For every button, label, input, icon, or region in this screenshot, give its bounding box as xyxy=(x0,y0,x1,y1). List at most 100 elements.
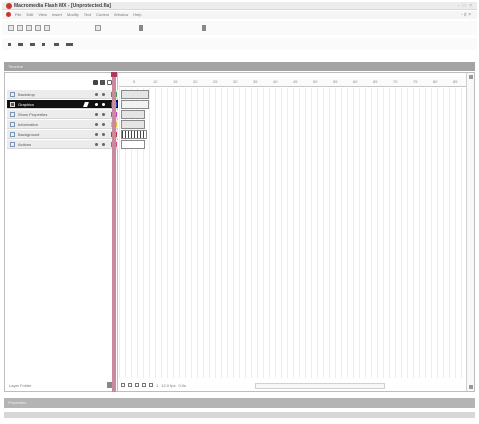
ruler-label: 70 xyxy=(393,79,398,84)
scroll-down-arrow[interactable] xyxy=(469,385,473,389)
print-preview-icon[interactable] xyxy=(44,25,50,31)
rewind-icon[interactable] xyxy=(18,43,23,46)
visibility-dot[interactable] xyxy=(95,103,98,106)
onion-outline-icon[interactable] xyxy=(135,383,139,387)
flash-app-icon xyxy=(6,3,12,9)
layer-footer: Layer Folder xyxy=(7,382,118,389)
window-controls[interactable]: - □ × xyxy=(458,3,473,9)
step-back-icon[interactable] xyxy=(30,43,35,46)
snap-icon[interactable] xyxy=(139,25,143,31)
visibility-dot[interactable] xyxy=(95,113,98,116)
menu-help[interactable]: Help xyxy=(133,12,141,17)
ruler-label: 60 xyxy=(353,79,358,84)
save-icon[interactable] xyxy=(26,25,32,31)
lock-dot[interactable] xyxy=(102,113,105,116)
center-frame-icon[interactable] xyxy=(121,383,125,387)
frame-span[interactable] xyxy=(121,120,145,129)
document-window-controls[interactable]: - ♯ × xyxy=(461,12,471,18)
properties-panel-header[interactable]: Properties xyxy=(4,398,475,408)
layer-name: Background xyxy=(18,132,40,137)
smooth-icon[interactable] xyxy=(202,25,206,31)
layer-row[interactable]: Actions xyxy=(7,140,118,149)
layer-icon xyxy=(10,102,15,107)
frame-rate: 12.0 fps xyxy=(161,382,176,388)
menu-bar: File Edit View Insert Modify Text Contro… xyxy=(2,11,477,19)
menu-view[interactable]: View xyxy=(38,12,47,17)
visibility-dot[interactable] xyxy=(95,123,98,126)
open-file-icon[interactable] xyxy=(17,25,23,31)
ruler-label: 20 xyxy=(193,79,198,84)
visibility-dot[interactable] xyxy=(95,93,98,96)
layer-icon xyxy=(10,142,15,147)
lock-dot[interactable] xyxy=(102,103,105,106)
ruler-label: 55 xyxy=(333,79,338,84)
lock-dot[interactable] xyxy=(102,133,105,136)
layer-row[interactable]: Background xyxy=(7,130,118,139)
timeline-panel: Backdrop Graphics Show Properties Inform… xyxy=(4,72,475,392)
frame-span[interactable] xyxy=(121,110,145,119)
lock-dot[interactable] xyxy=(102,123,105,126)
lock-icon[interactable] xyxy=(100,80,105,85)
play-icon[interactable] xyxy=(42,43,45,46)
playhead-marker[interactable] xyxy=(111,72,117,77)
ruler-label: 85 xyxy=(453,79,458,84)
edit-multiple-frames-icon[interactable] xyxy=(142,383,146,387)
layer-icon xyxy=(10,122,15,127)
visibility-dot[interactable] xyxy=(95,133,98,136)
bottom-strip xyxy=(4,412,475,418)
new-file-icon[interactable] xyxy=(8,25,14,31)
layer-icon xyxy=(10,112,15,117)
ruler-label: 35 xyxy=(253,79,258,84)
print-icon[interactable] xyxy=(35,25,41,31)
menu-modify[interactable]: Modify xyxy=(67,12,79,17)
menu-control[interactable]: Control xyxy=(96,12,109,17)
vertical-scrollbar[interactable] xyxy=(466,73,474,391)
add-layer-folder-label[interactable]: Layer Folder xyxy=(9,383,31,388)
ruler-label: 5 xyxy=(133,79,136,84)
layer-row-selected[interactable]: Graphics xyxy=(7,100,118,109)
timeline-panel-header[interactable]: Timeline xyxy=(4,62,475,71)
ruler-label: 40 xyxy=(273,79,278,84)
frame-span[interactable] xyxy=(121,100,149,109)
lock-dot[interactable] xyxy=(102,93,105,96)
lock-dot[interactable] xyxy=(102,143,105,146)
playhead-line[interactable] xyxy=(112,74,116,392)
ruler-label: 75 xyxy=(413,79,418,84)
menu-edit[interactable]: Edit xyxy=(26,12,33,17)
layer-row[interactable]: Information xyxy=(7,120,118,129)
frame-span[interactable] xyxy=(121,140,145,149)
ruler-label: 65 xyxy=(373,79,378,84)
frame-span[interactable] xyxy=(121,90,149,99)
layer-icon xyxy=(10,132,15,137)
ruler-label: 10 xyxy=(153,79,158,84)
onion-skin-icon[interactable] xyxy=(128,383,132,387)
modify-markers-icon[interactable] xyxy=(149,383,153,387)
layer-column-headers xyxy=(93,80,112,85)
document-icon[interactable] xyxy=(6,12,11,17)
frames-grid[interactable] xyxy=(119,88,466,378)
scroll-up-arrow[interactable] xyxy=(469,75,473,79)
layer-name: Backdrop xyxy=(18,92,35,97)
step-forward-icon[interactable] xyxy=(54,43,59,46)
frame-ruler[interactable]: 5 10 15 20 25 30 35 40 45 50 55 60 65 70… xyxy=(119,77,466,87)
visibility-dot[interactable] xyxy=(95,143,98,146)
window-title: Macromedia Flash MX - [Unprotected.fla] xyxy=(14,3,111,9)
go-to-end-icon[interactable] xyxy=(66,43,73,46)
eye-icon[interactable] xyxy=(93,80,98,85)
frame-span[interactable] xyxy=(121,130,147,139)
cut-icon[interactable] xyxy=(95,25,101,31)
menu-window[interactable]: Window xyxy=(114,12,128,17)
main-toolbar xyxy=(2,21,477,35)
controller-toolbar xyxy=(2,38,477,50)
ruler-label: 50 xyxy=(313,79,318,84)
layer-name: Actions xyxy=(18,142,32,147)
layer-row[interactable]: Backdrop xyxy=(7,90,118,99)
menu-file[interactable]: File xyxy=(15,12,21,17)
horizontal-scrollbar[interactable] xyxy=(255,383,385,389)
stop-icon[interactable] xyxy=(8,43,11,46)
panel-title: Timeline xyxy=(8,64,23,69)
layer-row[interactable]: Show Properties xyxy=(7,110,118,119)
menu-insert[interactable]: Insert xyxy=(52,12,62,17)
menu-text[interactable]: Text xyxy=(84,12,91,17)
elapsed-time: 0.0s xyxy=(178,382,187,388)
